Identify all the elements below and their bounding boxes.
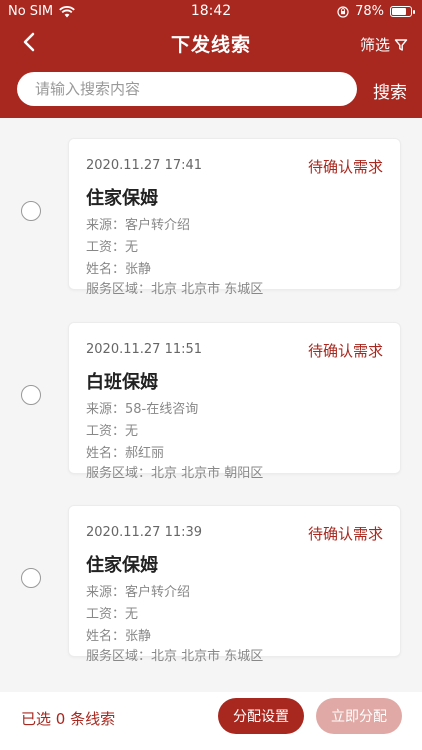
lead-status: 待确认需求 [307,342,383,360]
lead-area: 服务区域：北京 北京市 东城区 [86,649,264,664]
assign-now-button[interactable]: 立即分配 [316,698,402,734]
lead-row: 2020.11.27 11:39 待确认需求 住家保姆 来源：客户转介绍 工资：… [0,485,422,664]
lead-status: 待确认需求 [307,525,383,543]
lead-card[interactable]: 2020.11.27 11:51 待确认需求 白班保姆 来源：58-在线咨询 工… [68,322,401,481]
lead-select-radio[interactable] [21,385,41,405]
header: No SIM 18:42 78% 下发线索 筛选 请输入搜索内容 搜索 [0,0,422,118]
page-title: 下发线索 [170,34,251,56]
footer-bar: 已选 0 条线索 分配设置 立即分配 [0,692,422,750]
lead-source: 来源：客户转介绍 [86,585,191,600]
lead-salary: 工资：无 [86,607,139,622]
lock-rotation-icon [337,5,349,18]
filter-button[interactable]: 筛选 [360,34,408,55]
nav-bar: 下发线索 筛选 [0,28,422,58]
lead-card[interactable]: 2020.11.27 11:39 待确认需求 住家保姆 来源：客户转介绍 工资：… [68,505,401,664]
lead-salary: 工资：无 [86,424,139,439]
lead-name: 姓名：张静 [86,629,152,644]
search-button[interactable]: 搜索 [373,78,407,103]
lead-source: 来源：58-在线咨询 [86,402,199,417]
battery-percent: 78% [355,4,384,19]
lead-title: 住家保姆 [86,188,158,209]
assign-settings-button[interactable]: 分配设置 [218,698,304,734]
lead-date: 2020.11.27 17:41 [86,158,203,173]
lead-select-radio[interactable] [21,568,41,588]
lead-title: 白班保姆 [86,372,158,393]
selected-count: 已选 0 条线索 [21,710,116,728]
filter-icon [394,38,408,51]
lead-title: 住家保姆 [86,555,158,576]
lead-date: 2020.11.27 11:39 [86,525,203,540]
status-right: 78% [337,4,415,19]
status-bar: No SIM 18:42 78% [0,0,422,24]
lead-name: 姓名：张静 [86,262,152,277]
lead-card[interactable]: 2020.11.27 17:41 待确认需求 住家保姆 来源：客户转介绍 工资：… [68,138,401,297]
search-row: 搜索 [0,72,422,108]
lead-row: 2020.11.27 17:41 待确认需求 住家保姆 来源：客户转介绍 工资：… [0,118,422,297]
lead-status: 待确认需求 [307,158,383,176]
lead-source: 来源：客户转介绍 [86,218,191,233]
filter-label: 筛选 [359,36,390,54]
lead-area: 服务区域：北京 北京市 东城区 [86,282,264,297]
lead-name: 姓名：郝红丽 [86,446,165,461]
lead-row: 2020.11.27 11:51 待确认需求 白班保姆 来源：58-在线咨询 工… [0,302,422,481]
search-input[interactable] [17,72,357,106]
battery-icon [390,6,415,17]
lead-date: 2020.11.27 11:51 [86,342,203,357]
lead-salary: 工资：无 [86,240,139,255]
lead-select-radio[interactable] [21,201,41,221]
lead-area: 服务区域：北京 北京市 朝阳区 [86,466,264,481]
